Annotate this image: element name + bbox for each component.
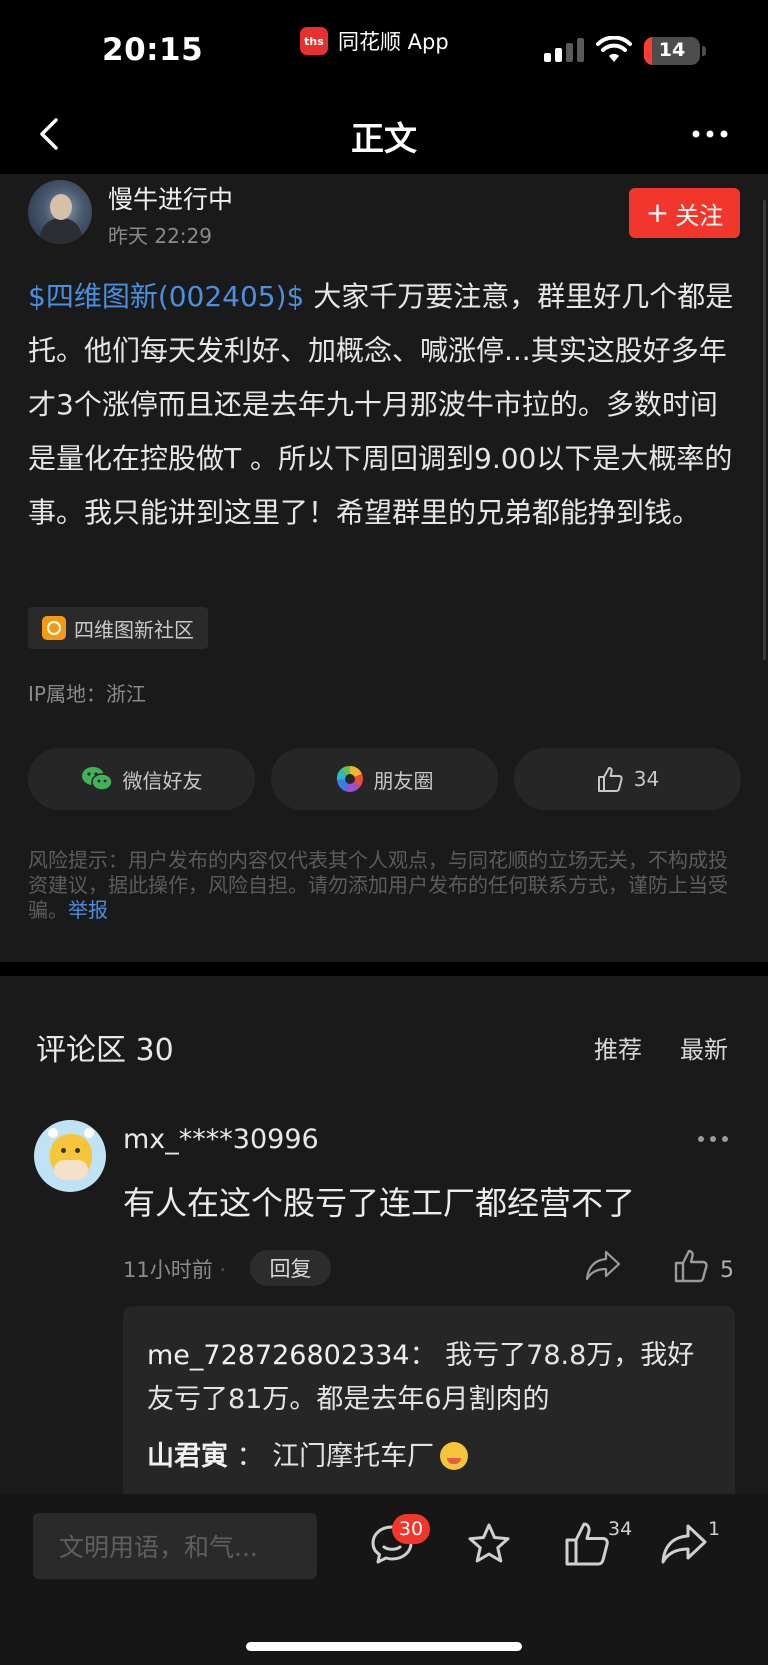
reply-button[interactable]: 回复 xyxy=(250,1250,331,1286)
app-logo-icon: ths xyxy=(300,27,328,55)
post-time: 昨天 22:29 xyxy=(108,224,212,248)
reply-item: 山君寅 ： 江门摩托车厂 xyxy=(147,1435,707,1479)
sort-recommended-tab[interactable]: 推荐 xyxy=(594,1030,642,1065)
signal-bars-icon xyxy=(544,38,586,62)
community-tag[interactable]: 四维图新社区 xyxy=(28,607,208,649)
comment-input[interactable]: 文明用语，和气... xyxy=(33,1513,317,1579)
plus-icon: + xyxy=(645,196,670,229)
post-like-button[interactable]: 34 xyxy=(514,748,741,810)
toolbar-share-count: 1 xyxy=(708,1518,721,1540)
post-body: $四维图新(002405)$ 大家千万要注意，群里好几个都是托。他们每天发利好、… xyxy=(28,270,743,540)
share-moments-button[interactable]: 朋友圈 xyxy=(271,748,498,810)
status-time: 20:15 xyxy=(102,32,204,68)
app-name: 同花顺 App xyxy=(338,30,449,54)
share-moments-label: 朋友圈 xyxy=(373,768,434,793)
battery-icon: 14 xyxy=(644,37,700,65)
report-link[interactable]: 举报 xyxy=(68,898,108,922)
commenter-name[interactable]: mx_****30996 xyxy=(123,1124,319,1155)
battery-level: 14 xyxy=(658,39,686,61)
toolbar-like-icon[interactable] xyxy=(563,1520,611,1568)
comment-share-icon[interactable] xyxy=(584,1248,622,1282)
comment-like-icon[interactable] xyxy=(673,1248,709,1284)
comment-time: 11小时前 · xyxy=(123,1258,227,1282)
comment-text: 有人在这个股亏了连工厂都经营不了 xyxy=(123,1184,636,1222)
reply-separator: ： xyxy=(236,1441,264,1472)
more-dots-icon[interactable] xyxy=(690,124,730,144)
risk-disclaimer: 风险提示：用户发布的内容仅代表其个人观点，与同花顺的立场无关，不构成投资建议，据… xyxy=(28,848,743,923)
share-wechat-button[interactable]: 微信好友 xyxy=(28,748,255,810)
share-wechat-label: 微信好友 xyxy=(122,768,203,793)
community-icon xyxy=(42,616,66,640)
favorite-star-icon[interactable] xyxy=(465,1520,513,1568)
ip-location: IP属地：浙江 xyxy=(28,682,146,706)
wifi-icon xyxy=(596,36,632,62)
post-text: 大家千万要注意，群里好几个都是托。他们每天发利好、加概念、喊涨停...其实这股好… xyxy=(28,280,734,529)
community-label: 四维图新社区 xyxy=(74,617,194,642)
scrollbar[interactable] xyxy=(763,200,766,660)
comments-title: 评论区 30 xyxy=(36,1033,174,1068)
thumbs-up-icon xyxy=(597,767,623,792)
battery-tip xyxy=(702,46,706,56)
reply-user[interactable]: 山君寅 xyxy=(147,1441,228,1472)
reply-item: me_728726802334： 我亏了78.8万，我好友亏了81万。都是去年6… xyxy=(147,1334,707,1422)
comment-like-count: 5 xyxy=(720,1258,734,1283)
sort-latest-tab[interactable]: 最新 xyxy=(680,1030,728,1065)
toolbar-like-count: 34 xyxy=(608,1518,633,1540)
author-name[interactable]: 慢牛进行中 xyxy=(108,180,233,216)
page-title: 正文 xyxy=(351,119,417,158)
follow-label: 关注 xyxy=(675,201,724,230)
comment-more-icon[interactable] xyxy=(696,1132,730,1146)
section-divider xyxy=(0,962,768,976)
app-indicator: ths 同花顺 App xyxy=(300,26,449,56)
moments-aperture-icon xyxy=(336,765,363,792)
comment-count-badge: 30 xyxy=(392,1514,430,1544)
follow-button[interactable]: + 关注 xyxy=(629,188,740,238)
author-avatar[interactable] xyxy=(28,180,92,244)
stock-tag-link[interactable]: $四维图新(002405)$ xyxy=(28,280,304,313)
laughing-emoji-icon xyxy=(440,1442,469,1470)
disclaimer-text: 风险提示：用户发布的内容仅代表其个人观点，与同花顺的立场无关，不构成投资建议，据… xyxy=(28,848,728,922)
reply-text: 江门摩托车厂 xyxy=(272,1441,435,1472)
commenter-avatar[interactable] xyxy=(34,1120,106,1192)
post-like-count: 34 xyxy=(633,767,660,791)
share-arrow-icon[interactable] xyxy=(660,1520,708,1568)
reply-separator: ： xyxy=(409,1340,437,1371)
home-indicator[interactable] xyxy=(246,1642,522,1651)
reply-user[interactable]: me_728726802334 xyxy=(147,1340,410,1371)
wechat-icon xyxy=(81,767,113,791)
